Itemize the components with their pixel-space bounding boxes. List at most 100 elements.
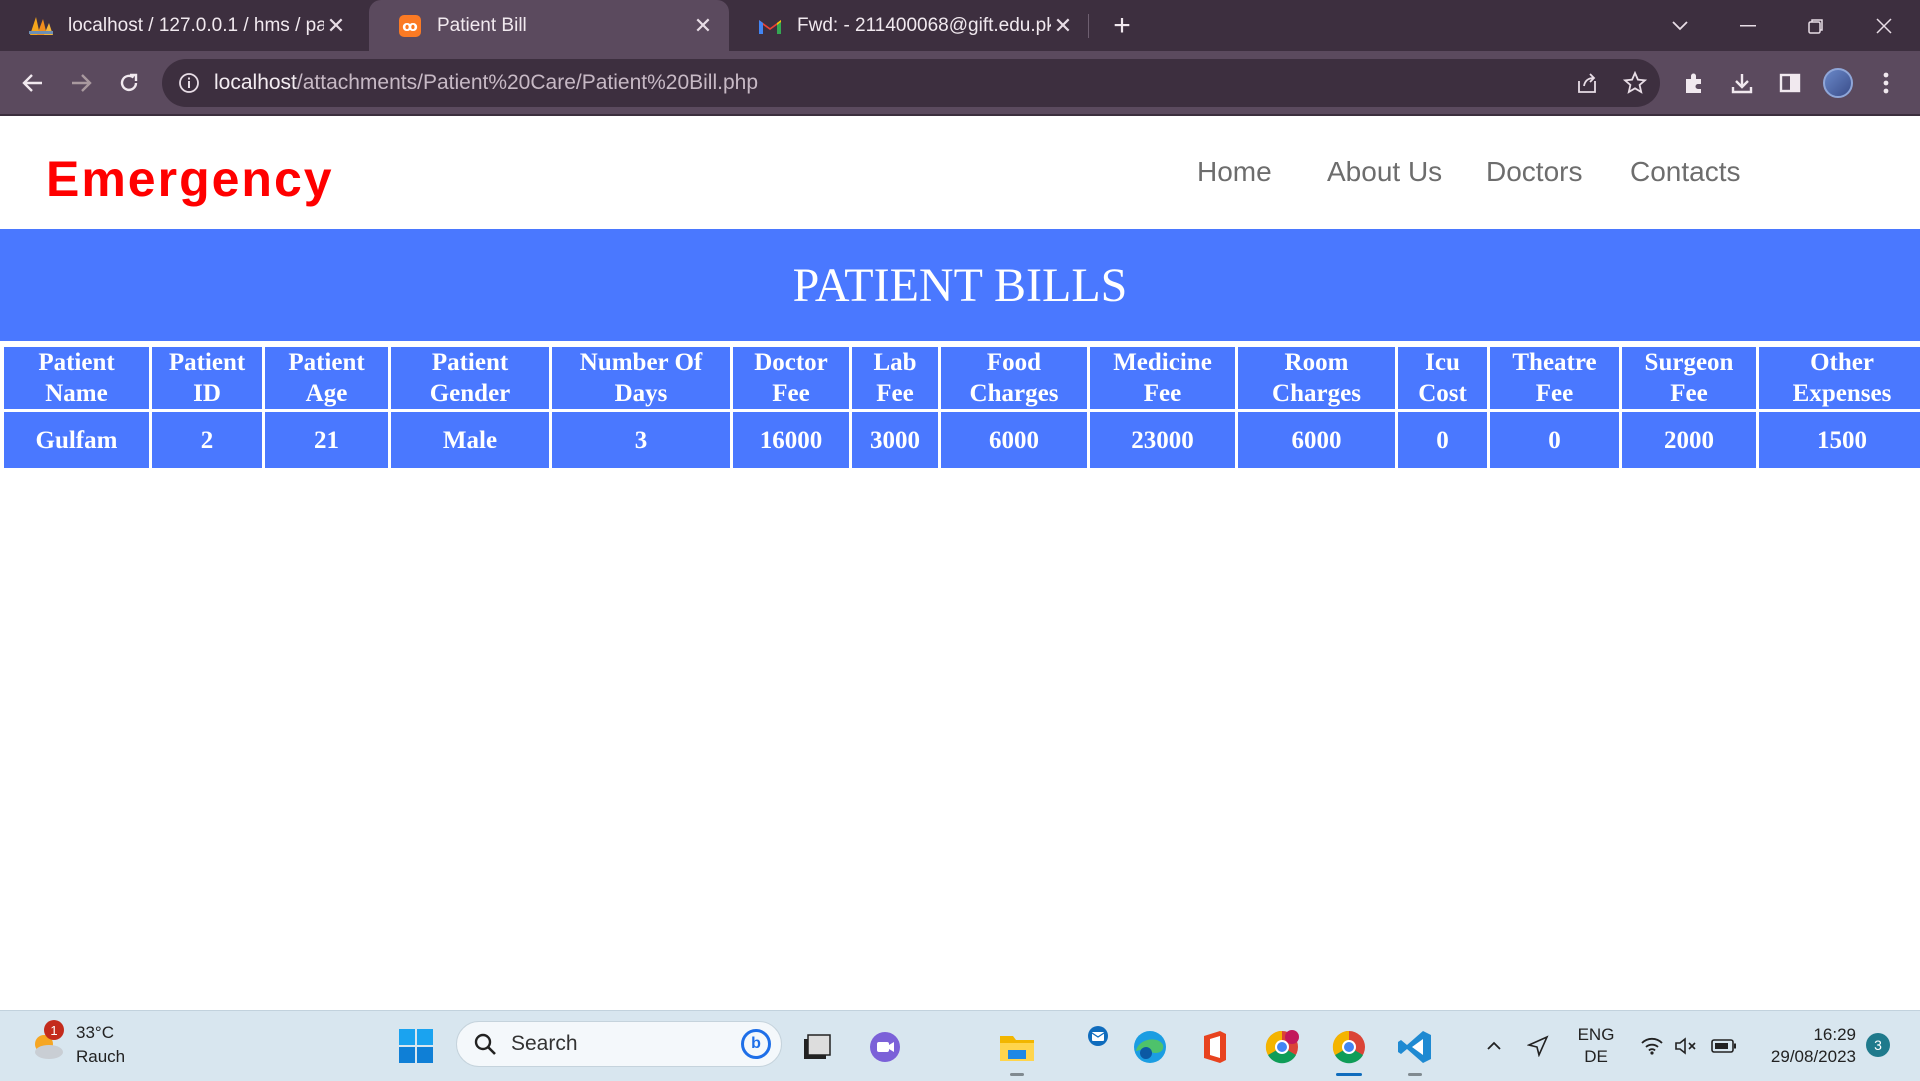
site-logo[interactable]: Emergency	[46, 150, 334, 208]
weather-badge: 1	[44, 1020, 64, 1040]
table-cell: 2	[152, 412, 262, 468]
column-header: Icu Cost	[1398, 347, 1487, 409]
gmail-icon	[757, 13, 783, 39]
taskbar-search[interactable]: Search b	[456, 1021, 782, 1067]
volume-muted-icon[interactable]	[1672, 1011, 1700, 1081]
running-indicator	[1408, 1073, 1422, 1076]
nav-about-us[interactable]: About Us	[1327, 156, 1442, 188]
tab-title: localhost / 127.0.0.1 / hms / patie	[68, 14, 324, 36]
table-cell: 21	[265, 412, 388, 468]
close-tab-icon[interactable]: ✕	[324, 13, 348, 38]
weather-text: 33°C Rauch	[76, 1021, 125, 1069]
show-hidden-icons[interactable]	[1478, 1011, 1510, 1081]
side-panel-icon[interactable]	[1770, 63, 1810, 103]
mail-icon[interactable]	[1080, 1021, 1116, 1051]
download-icon[interactable]	[1722, 63, 1762, 103]
column-header: Food Charges	[941, 347, 1087, 409]
windows-start-icon[interactable]	[398, 1028, 434, 1064]
column-header: Room Charges	[1238, 347, 1395, 409]
browser-tab-strip: localhost / 127.0.0.1 / hms / patie ✕ ꝏ …	[0, 0, 1920, 51]
profile-avatar[interactable]	[1818, 63, 1858, 103]
share-icon[interactable]	[1567, 63, 1607, 103]
chrome-profile-icon[interactable]	[1263, 1028, 1301, 1066]
table-cell: 0	[1398, 412, 1487, 468]
wifi-icon[interactable]	[1638, 1011, 1666, 1081]
bing-icon[interactable]: b	[741, 1029, 771, 1059]
column-header: Patient Gender	[391, 347, 549, 409]
search-icon	[474, 1033, 496, 1055]
column-header: Patient Age	[265, 347, 388, 409]
input-language[interactable]: ENG DE	[1572, 1024, 1620, 1068]
running-indicator	[1010, 1073, 1024, 1076]
battery-icon[interactable]	[1708, 1011, 1740, 1081]
table-cell: 3000	[852, 412, 938, 468]
tab-phpmyadmin[interactable]: localhost / 127.0.0.1 / hms / patie ✕	[0, 0, 362, 51]
tab-title: Patient Bill	[437, 14, 527, 36]
lang-line1: ENG	[1577, 1025, 1615, 1044]
site-info-icon[interactable]	[178, 72, 200, 94]
address-bar[interactable]: localhost/attachments/Patient%20Care/Pat…	[162, 59, 1660, 107]
close-window-icon[interactable]	[1856, 0, 1912, 51]
patient-bills-table: Patient Name Patient ID Patient Age Patient…	[1, 344, 1920, 471]
weather-widget[interactable]: 1 33°C Rauch	[28, 1020, 125, 1069]
menu-kebab-icon[interactable]	[1866, 63, 1906, 103]
vscode-icon[interactable]	[1396, 1028, 1434, 1076]
windows-taskbar: 1 33°C Rauch Search b ENG DE 16:29 29/08…	[0, 1010, 1920, 1081]
location-icon[interactable]	[1522, 1011, 1554, 1081]
page-banner: PATIENT BILLS	[0, 229, 1920, 341]
table-cell: 6000	[1238, 412, 1395, 468]
extensions-icon[interactable]	[1674, 63, 1714, 103]
page-title: PATIENT BILLS	[792, 258, 1128, 312]
clock-time: 16:29	[1813, 1025, 1856, 1044]
column-header: Doctor Fee	[733, 347, 849, 409]
teams-chat-icon[interactable]	[866, 1028, 904, 1066]
clock-date: 29/08/2023	[1770, 1047, 1856, 1066]
office-icon[interactable]	[1196, 1028, 1234, 1066]
table-cell: Male	[391, 412, 549, 468]
table-cell: 16000	[733, 412, 849, 468]
site-header: Emergency Home About Us Doctors Contacts	[0, 116, 1920, 229]
file-explorer-icon[interactable]	[998, 1028, 1036, 1076]
column-header: Patient Name	[4, 347, 149, 409]
table-cell: 3	[552, 412, 730, 468]
tab-search-icon[interactable]	[1652, 0, 1708, 51]
chrome-icon[interactable]	[1330, 1028, 1368, 1076]
edge-browser-icon[interactable]	[1131, 1028, 1169, 1066]
nav-home[interactable]: Home	[1197, 156, 1272, 188]
column-header: Number Of Days	[552, 347, 730, 409]
avatar	[1823, 68, 1853, 98]
xampp-icon: ꝏ	[397, 13, 423, 39]
table-cell: 1500	[1759, 412, 1920, 468]
back-icon[interactable]	[13, 63, 53, 103]
restore-icon[interactable]	[1788, 0, 1844, 51]
search-label: Search	[511, 1032, 578, 1055]
table-cell: 6000	[941, 412, 1087, 468]
column-header: Medicine Fee	[1090, 347, 1235, 409]
tab-patient-bill[interactable]: ꝏ Patient Bill ✕	[369, 0, 729, 51]
task-view-icon[interactable]	[798, 1028, 836, 1066]
table-header-row: Patient Name Patient ID Patient Age Patient…	[4, 347, 1920, 409]
new-tab-button[interactable]: +	[1104, 8, 1140, 44]
table-cell: Gulfam	[4, 412, 149, 468]
forward-icon[interactable]	[61, 63, 101, 103]
column-header: Patient ID	[152, 347, 262, 409]
close-tab-icon[interactable]: ✕	[691, 13, 715, 38]
minimize-icon[interactable]	[1720, 0, 1776, 51]
close-tab-icon[interactable]: ✕	[1051, 13, 1075, 38]
browser-toolbar: localhost/attachments/Patient%20Care/Pat…	[0, 51, 1920, 116]
reload-icon[interactable]	[109, 63, 149, 103]
bookmark-star-icon[interactable]	[1615, 63, 1655, 103]
url-path: /attachments/Patient%20Care/Patient%20Bi…	[296, 71, 758, 94]
svg-text:ꝏ: ꝏ	[402, 19, 417, 35]
column-header: Surgeon Fee	[1622, 347, 1756, 409]
system-clock[interactable]: 16:29 29/08/2023	[1754, 1024, 1856, 1068]
table-cell: 0	[1490, 412, 1619, 468]
tab-gmail[interactable]: Fwd: - 211400068@gift.edu.pk - ✕	[729, 0, 1089, 51]
url-host: localhost	[214, 71, 297, 94]
weather-temp: 33°C	[76, 1023, 114, 1042]
weather-cloud-icon: 1	[28, 1020, 66, 1064]
nav-doctors[interactable]: Doctors	[1486, 156, 1582, 188]
nav-contacts[interactable]: Contacts	[1630, 156, 1741, 188]
tab-separator	[1088, 14, 1089, 38]
notification-badge[interactable]: 3	[1866, 1033, 1890, 1057]
